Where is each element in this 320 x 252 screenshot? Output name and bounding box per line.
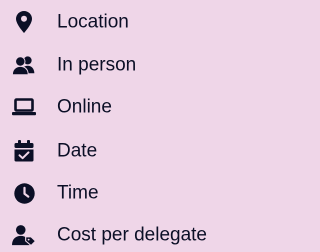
user-tag-icon: [12, 223, 36, 247]
icon-legend: Location In person Online Date Time Cost…: [0, 0, 242, 247]
users-icon: [12, 53, 36, 77]
legend-item-in-person: In person: [0, 48, 242, 82]
clock-icon: [12, 181, 36, 205]
legend-label-in-person: In person: [57, 54, 137, 76]
calendar-check-icon: [12, 139, 36, 163]
legend-label-location: Location: [57, 11, 129, 33]
legend-label-date: Date: [57, 140, 98, 162]
legend-item-time: Time: [0, 176, 242, 210]
legend-label-online: Online: [57, 96, 112, 118]
legend-label-time: Time: [57, 182, 99, 204]
map-pin-icon: [12, 10, 36, 34]
legend-item-location: Location: [0, 5, 242, 39]
laptop-icon: [12, 95, 36, 119]
legend-item-date: Date: [0, 134, 242, 168]
legend-item-online: Online: [0, 90, 242, 124]
legend-label-cost-per-delegate: Cost per delegate: [57, 224, 207, 246]
